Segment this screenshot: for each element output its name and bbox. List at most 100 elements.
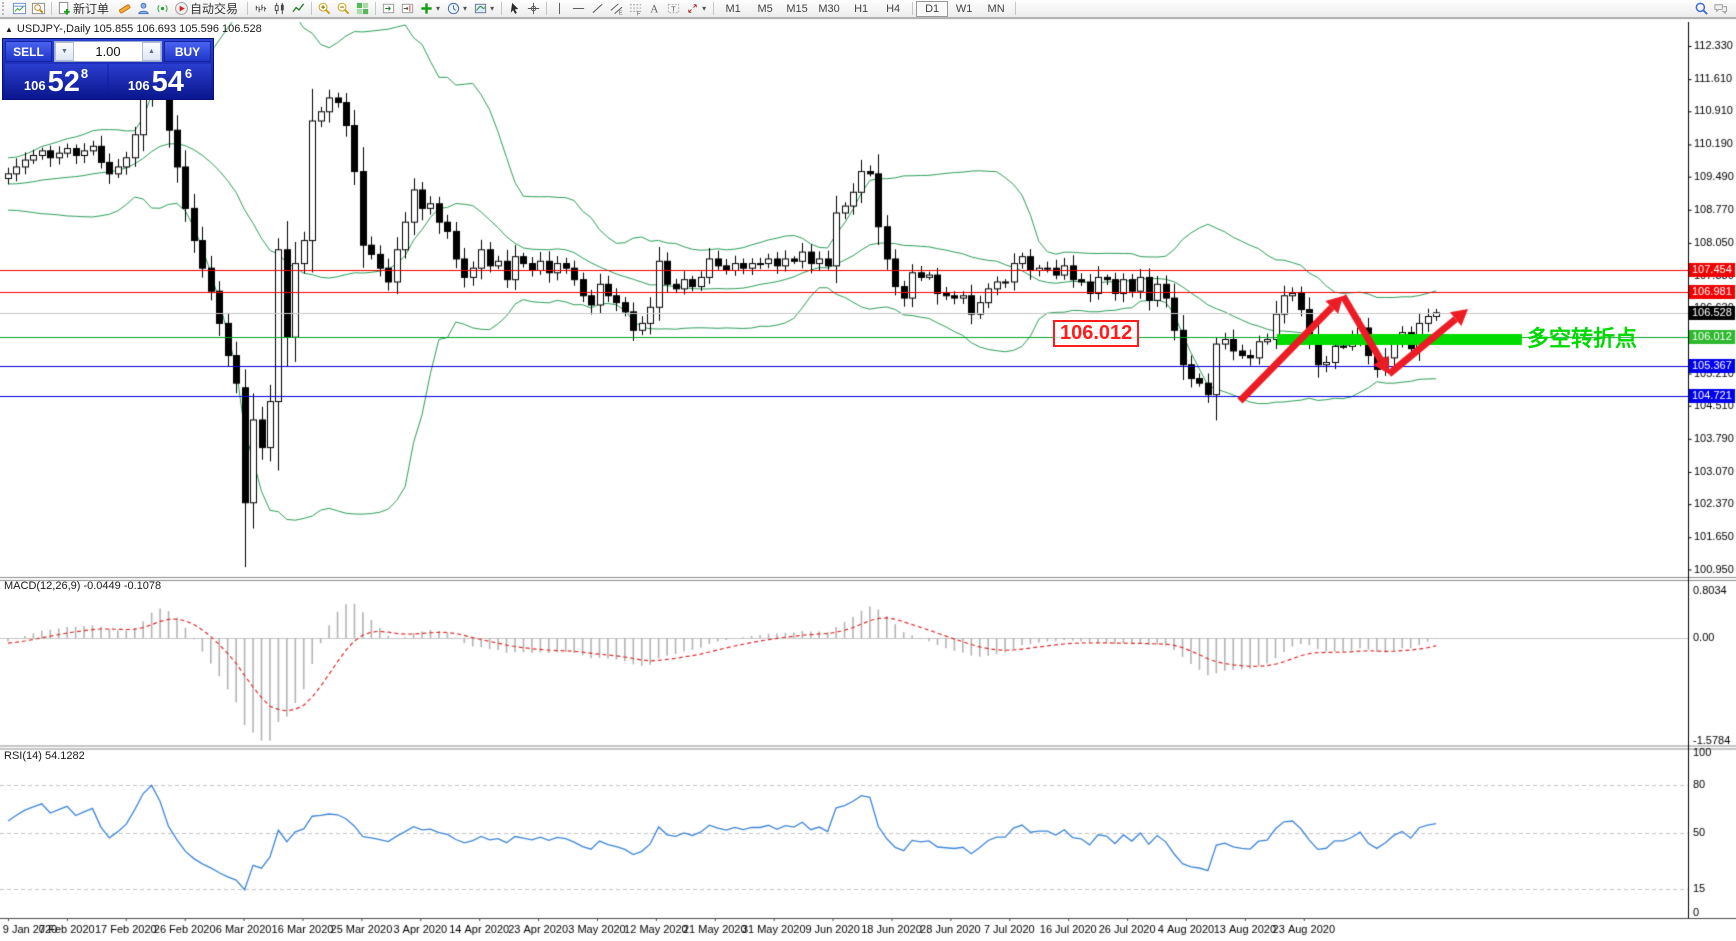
- data-window-icon: [31, 2, 46, 15]
- toolbar-separator: [247, 2, 249, 15]
- horizontal-line-tool-button[interactable]: [569, 1, 588, 17]
- arrows-dropdown-arrow[interactable]: ▾: [700, 4, 708, 13]
- crayon-button[interactable]: [115, 1, 134, 17]
- macd-indicator-label: MACD(12,26,9) -0.0449 -0.1078: [4, 580, 162, 592]
- toolbar-separator: [501, 2, 503, 15]
- vertical-line-tool-button[interactable]: [550, 1, 569, 17]
- toolbar-separator: [1015, 2, 1017, 15]
- auto-scroll-icon: [382, 3, 395, 14]
- tile-windows-button[interactable]: [353, 1, 372, 17]
- timeframe-h1-button[interactable]: H1: [845, 1, 877, 17]
- sell-price-main: 52: [47, 66, 80, 99]
- indicators-button[interactable]: ▾: [417, 1, 444, 17]
- bar-chart-button[interactable]: [251, 1, 270, 17]
- chat-icon: [1714, 4, 1728, 15]
- fibonacci-tool-button[interactable]: F: [626, 1, 645, 17]
- crayon-icon: [119, 4, 131, 14]
- svg-text:F: F: [637, 12, 641, 16]
- toolbar-grip: [2, 2, 8, 15]
- svg-text:A: A: [650, 4, 659, 16]
- timeframe-m1-button[interactable]: M1: [717, 1, 749, 17]
- data-window-button[interactable]: [29, 1, 48, 17]
- periods-clock-icon: [447, 2, 460, 15]
- chart-shift-button[interactable]: [398, 1, 417, 17]
- buy-price-prefix: 106: [127, 78, 150, 93]
- chart-canvas[interactable]: [0, 18, 1736, 941]
- zoom-in-icon: [318, 2, 331, 15]
- chart-symbol-title: ▲ USDJPY-,Daily 105.855 106.693 105.596 1…: [5, 23, 262, 35]
- toolbar-separator: [375, 2, 377, 15]
- new-order-icon: [58, 1, 70, 15]
- price-note-box[interactable]: 106.012: [1053, 320, 1140, 347]
- line-chart-icon: [292, 3, 305, 13]
- auto-trading-button[interactable]: 自动交易: [172, 1, 244, 17]
- cursor-icon: [510, 2, 519, 14]
- signals-icon: [157, 4, 168, 13]
- chart-shift-icon: [401, 3, 414, 14]
- zoom-out-button[interactable]: [334, 1, 353, 17]
- volume-input[interactable]: [74, 42, 142, 61]
- new-order-button[interactable]: 新订单: [55, 1, 115, 17]
- expert-advisors-button[interactable]: [134, 1, 153, 17]
- buy-price-display[interactable]: 106 54 6: [109, 64, 211, 97]
- timeframe-m5-button[interactable]: M5: [749, 1, 781, 17]
- volume-increase-button[interactable]: ▲: [142, 42, 161, 61]
- chat-button[interactable]: [1711, 1, 1730, 17]
- buy-price-main: 54: [151, 66, 184, 99]
- periods-dropdown-arrow[interactable]: ▾: [461, 4, 469, 13]
- horizontal-line-icon: [572, 8, 585, 9]
- timeframe-d1-button[interactable]: D1: [916, 0, 949, 17]
- text-icon: A: [650, 4, 659, 16]
- zoom-out-icon: [337, 2, 350, 15]
- auto-scroll-button[interactable]: [379, 1, 398, 17]
- arrows-tool-button[interactable]: ▾: [683, 1, 710, 17]
- chart-window-icon: [12, 2, 27, 15]
- candlestick-chart-button[interactable]: [270, 1, 289, 17]
- timeframe-m15-button[interactable]: M15: [781, 1, 813, 17]
- turning-point-label[interactable]: 多空转折点: [1527, 321, 1637, 353]
- indicators-add-icon: [421, 3, 432, 14]
- auto-trading-icon: [175, 2, 188, 15]
- candlestick-chart-icon: [274, 2, 284, 15]
- toolbar-separator: [713, 2, 715, 15]
- line-chart-button[interactable]: [289, 1, 308, 17]
- timeframe-h4-button[interactable]: H4: [877, 1, 909, 17]
- fibonacci-icon: F: [629, 4, 642, 16]
- trendline-tool-button[interactable]: [588, 1, 607, 17]
- volume-stepper: ▼ ▲: [54, 41, 162, 62]
- indicators-dropdown-arrow[interactable]: ▾: [434, 4, 442, 13]
- toolbar-separator: [51, 2, 52, 15]
- signals-button[interactable]: [153, 1, 172, 17]
- search-button[interactable]: [1692, 1, 1711, 17]
- text-tool-button[interactable]: A: [645, 1, 664, 17]
- buy-button[interactable]: BUY: [164, 41, 211, 62]
- new-order-label: 新订单: [73, 2, 110, 16]
- zoom-in-button[interactable]: [315, 1, 334, 17]
- title-marker-icon: ▲: [5, 25, 13, 34]
- sell-price-prefix: 106: [23, 78, 46, 93]
- templates-button[interactable]: ▾: [471, 1, 498, 17]
- sell-button[interactable]: SELL: [5, 41, 52, 62]
- timeframe-mn-button[interactable]: MN: [980, 1, 1012, 17]
- expert-advisors-icon: [138, 2, 149, 15]
- vertical-line-icon: [559, 2, 561, 15]
- arrows-tool-icon: [688, 4, 697, 13]
- rsi-indicator-label: RSI(14) 54.1282: [4, 750, 85, 762]
- equidistant-channel-icon: E: [610, 3, 623, 16]
- chart-window-button[interactable]: [10, 1, 29, 17]
- auto-trading-label: 自动交易: [190, 2, 239, 16]
- timeframe-w1-button[interactable]: W1: [948, 1, 980, 17]
- templates-dropdown-arrow[interactable]: ▾: [488, 4, 496, 13]
- sell-price-pip: 8: [80, 66, 89, 81]
- volume-decrease-button[interactable]: ▼: [55, 42, 74, 61]
- toolbar-separator: [546, 2, 548, 15]
- text-label-tool-button[interactable]: T: [664, 1, 683, 17]
- cursor-tool-button[interactable]: [505, 1, 524, 17]
- timeframe-m30-button[interactable]: M30: [813, 1, 845, 17]
- svg-text:E: E: [619, 11, 623, 16]
- toolbar-separator: [912, 2, 914, 15]
- channel-tool-button[interactable]: E: [607, 1, 626, 17]
- sell-price-display[interactable]: 106 52 8: [5, 64, 107, 97]
- periods-button[interactable]: ▾: [444, 1, 471, 17]
- crosshair-tool-button[interactable]: [524, 1, 543, 17]
